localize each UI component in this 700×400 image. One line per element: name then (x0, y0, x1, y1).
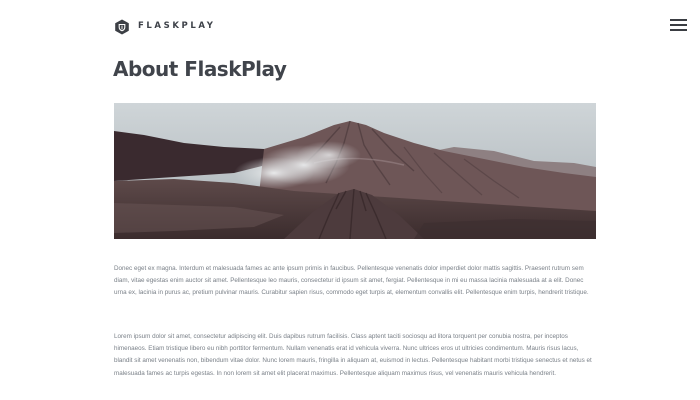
page-title: About FlaskPlay (113, 57, 287, 81)
brand-name[interactable]: FLASKPLAY (138, 21, 215, 32)
menu-bar (670, 19, 687, 21)
hamburger-menu-icon[interactable] (670, 18, 687, 32)
hexagon-shield-icon[interactable] (114, 19, 130, 35)
menu-bar (670, 24, 687, 26)
content-paragraph: Lorem ipsum dolor sit amet, consectetur … (114, 333, 592, 377)
hero-image (114, 103, 596, 239)
menu-bar (670, 29, 687, 31)
content-paragraph: Donec eget ex magna. Interdum et malesua… (114, 265, 589, 297)
